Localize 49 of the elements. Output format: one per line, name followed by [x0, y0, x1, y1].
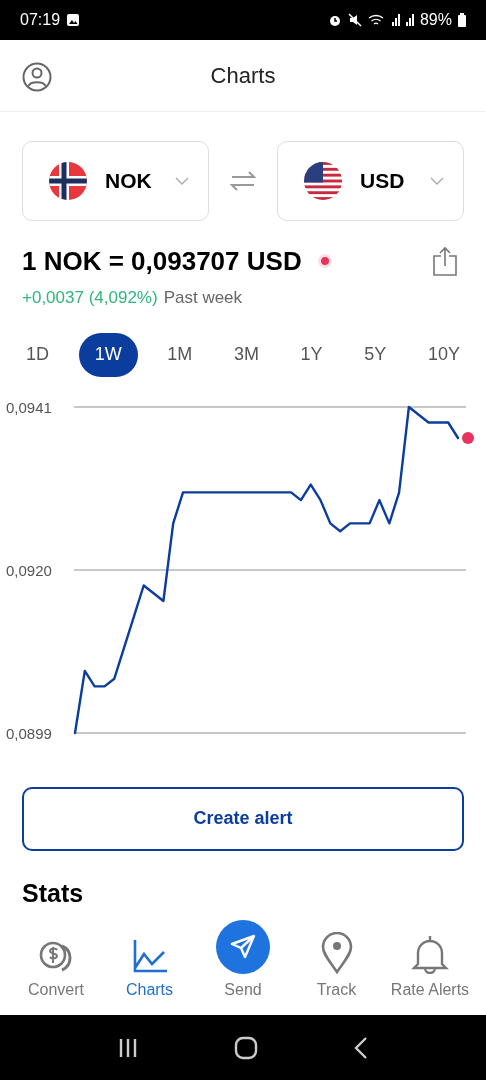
chevron-down-icon	[430, 177, 444, 185]
screen-title: Charts	[210, 62, 276, 90]
create-alert-button[interactable]: Create alert	[22, 786, 464, 851]
current-point-marker	[462, 431, 474, 444]
profile-icon[interactable]	[22, 62, 52, 92]
nav-tab[interactable]: Track	[290, 932, 383, 1002]
alarm-icon	[327, 13, 342, 27]
rate-change: +0,0037 (4,092%)	[22, 287, 158, 309]
chart-icon	[131, 938, 168, 974]
nav-tab[interactable]: Rate Alerts	[384, 934, 476, 1002]
wifi-icon	[367, 13, 386, 27]
home-icon[interactable]	[234, 1035, 258, 1060]
location-pin-icon	[320, 932, 353, 974]
period-tab[interactable]: 1M	[155, 332, 205, 377]
period-tab[interactable]: 3M	[221, 332, 271, 377]
status-time: 07:19	[20, 10, 61, 30]
exchange-rate: 1 NOK = 0,093707 USD	[22, 244, 302, 278]
section-heading: Stats	[21, 877, 85, 909]
axis-label: 0,0941	[6, 398, 52, 416]
signal-icon	[391, 14, 400, 26]
nav-tab[interactable]: Send	[197, 920, 289, 1002]
live-dot-icon	[317, 254, 332, 268]
period-tab[interactable]: 5Y	[352, 332, 399, 377]
back-icon[interactable]	[352, 1035, 369, 1060]
period-tab[interactable]: 1Y	[288, 332, 335, 377]
period-tab[interactable]: 1W	[78, 332, 138, 377]
period-tab[interactable]: 10Y	[415, 332, 472, 377]
share-icon[interactable]	[432, 246, 458, 276]
flag-icon	[49, 162, 87, 200]
send-icon	[216, 920, 270, 974]
flag-icon	[304, 162, 342, 200]
nav-tab[interactable]: Convert	[10, 938, 102, 1002]
battery-level: 89%	[419, 10, 452, 30]
battery-icon	[458, 13, 466, 27]
swap-icon[interactable]	[229, 169, 257, 193]
mute-icon	[347, 13, 362, 27]
axis-label: 0,0899	[6, 724, 52, 742]
bell-icon	[411, 934, 449, 974]
currency-selector[interactable]: USD	[277, 141, 464, 221]
period-tab[interactable]: 1D	[14, 332, 61, 377]
currency-selector[interactable]: NOK	[22, 141, 209, 221]
signal-icon	[405, 14, 414, 26]
axis-label: 0,0920	[6, 561, 52, 579]
chevron-down-icon	[175, 177, 189, 185]
nav-tab[interactable]: Charts	[103, 938, 196, 1002]
change-period: Past week	[163, 287, 243, 309]
currency-code: NOK	[105, 168, 153, 195]
currency-code: USD	[360, 168, 406, 195]
image-icon	[66, 13, 81, 27]
